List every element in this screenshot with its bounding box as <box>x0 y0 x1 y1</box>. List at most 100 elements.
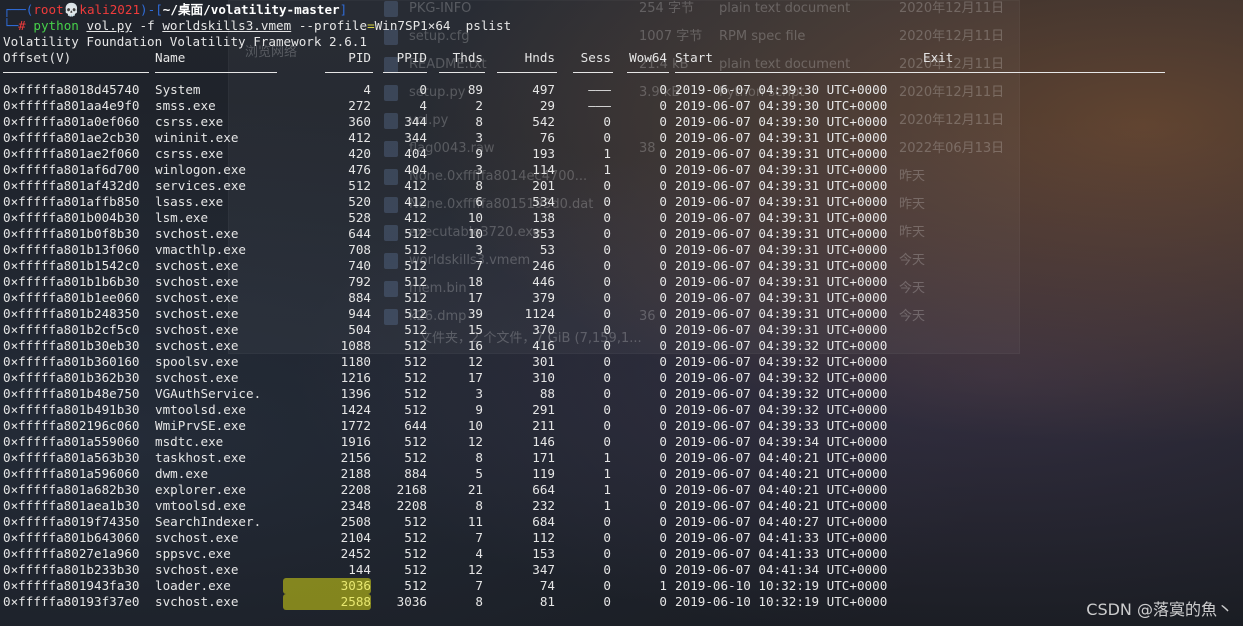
col-name: msdtc.exe <box>155 434 224 449</box>
col-hnds: 310 <box>532 370 555 385</box>
col-wow64: 0 <box>659 418 667 433</box>
col-hnds: 347 <box>532 562 555 577</box>
col-wow64: 0 <box>659 562 667 577</box>
table-row: 0×fffffa802196c060 WmiPrvSE.exe 1772 644 10 2… <box>3 418 1243 434</box>
col-sess: 0 <box>603 290 611 305</box>
table-row: 0×fffffa801ae2f060 csrss.exe 420 404 9 193 1 0 2… <box>3 146 1243 162</box>
col-hnds: 534 <box>532 194 555 209</box>
col-ppid: 644 <box>404 418 427 433</box>
table-row: 0×fffffa801b30eb30 svchost.exe 1088 512 16 41… <box>3 338 1243 354</box>
col-thds: 11 <box>467 514 483 529</box>
col-start: 2019-06-07 04:39:30 UTC+0000 <box>675 114 888 129</box>
col-start: 2019-06-07 04:41:33 UTC+0000 <box>675 530 888 545</box>
command-line[interactable]: └─# python vol.py -f worldskills3.vmem -… <box>3 18 1243 34</box>
table-row: 0×fffffa801a0ef060 csrss.exe 360 344 8 542 0 0 2… <box>3 114 1243 130</box>
col-name: vmtoolsd.exe <box>155 498 246 513</box>
col-ppid: 344 <box>404 114 427 129</box>
col-start: 2019-06-07 04:39:31 UTC+0000 <box>675 130 888 145</box>
header-col-offset: Offset(V) <box>3 50 72 65</box>
table-row: 0×fffffa80193f37e0 svchost.exe 2588 3036 8 81… <box>3 594 1243 610</box>
terminal-window[interactable]: ┌──(root💀kali2021)-[~/桌面/volatility-mast… <box>3 2 1243 626</box>
separator-dash <box>3 72 149 73</box>
header-col-wow64: Wow64 <box>629 50 667 65</box>
header-col-pid: PID <box>348 50 371 65</box>
col-pid: 1424 <box>340 402 371 417</box>
col-thds: 7 <box>475 578 483 593</box>
col-wow64: 0 <box>659 482 667 497</box>
col-wow64: 0 <box>659 130 667 145</box>
col-start: 2019-06-10 10:32:19 UTC+0000 <box>675 578 888 593</box>
col-hnds: 446 <box>532 274 555 289</box>
col-sess: 0 <box>603 194 611 209</box>
col-sess: ——— <box>588 82 611 97</box>
col-offset: 0×fffffa801ae2cb30 <box>3 130 140 145</box>
col-thds: 9 <box>475 402 483 417</box>
col-wow64: 0 <box>659 450 667 465</box>
col-name: vmtoolsd.exe <box>155 402 246 417</box>
col-offset: 0×fffffa801a0ef060 <box>3 114 140 129</box>
col-sess: 0 <box>603 114 611 129</box>
col-offset: 0×fffffa801b1b6b30 <box>3 274 140 289</box>
col-ppid: 512 <box>404 242 427 257</box>
prompt-user: root <box>33 2 64 17</box>
col-wow64: 0 <box>659 402 667 417</box>
table-row: 0×fffffa801943fa30 loader.exe 3036 512 7 74 0 1… <box>3 578 1243 594</box>
col-wow64: 0 <box>659 178 667 193</box>
col-pid: 2208 <box>340 482 371 497</box>
col-hnds: 301 <box>532 354 555 369</box>
col-pid: 512 <box>348 178 371 193</box>
col-ppid: 512 <box>404 306 427 321</box>
col-hnds: 684 <box>532 514 555 529</box>
col-hnds: 353 <box>532 226 555 241</box>
col-pid: 4 <box>363 82 371 97</box>
col-offset: 0×fffffa801a682b30 <box>3 482 140 497</box>
col-pid: 1916 <box>340 434 371 449</box>
col-pid: 2104 <box>340 530 371 545</box>
col-pid: 144 <box>348 562 371 577</box>
col-offset: 0×fffffa801b248350 <box>3 306 140 321</box>
col-thds: 16 <box>467 338 483 353</box>
col-thds: 8 <box>475 178 483 193</box>
col-sess: 0 <box>603 530 611 545</box>
col-hnds: 193 <box>532 146 555 161</box>
col-name: vmacthlp.exe <box>155 242 246 257</box>
col-hnds: 246 <box>532 258 555 273</box>
col-hnds: 416 <box>532 338 555 353</box>
col-pid: 476 <box>348 162 371 177</box>
col-thds: 7 <box>475 530 483 545</box>
col-name: svchost.exe <box>155 258 239 273</box>
col-thds: 17 <box>467 370 483 385</box>
separator-dash <box>155 72 277 73</box>
col-sess: 1 <box>603 450 611 465</box>
col-name: svchost.exe <box>155 274 239 289</box>
cmd-profile-value: Win7SP1×64 <box>374 18 451 33</box>
col-thds: 3 <box>475 130 483 145</box>
col-wow64: 0 <box>659 114 667 129</box>
col-hnds: 88 <box>539 386 555 401</box>
col-name: svchost.exe <box>155 338 239 353</box>
cmd-plugin: pslist <box>465 18 512 33</box>
table-row: 0×fffffa801b1ee060 svchost.exe 884 512 17 379… <box>3 290 1243 306</box>
col-wow64: 0 <box>659 82 667 97</box>
col-start: 2019-06-07 04:39:32 UTC+0000 <box>675 338 888 353</box>
col-start: 2019-06-07 04:39:31 UTC+0000 <box>675 146 888 161</box>
col-sess: 0 <box>603 242 611 257</box>
col-pid: 644 <box>348 226 371 241</box>
col-pid: 1216 <box>340 370 371 385</box>
col-wow64: 0 <box>659 338 667 353</box>
table-row: 0×fffffa8018d45740 System 4 0 89 497 ——— 0 2019-… <box>3 82 1243 98</box>
header-col-thds: Thds <box>452 50 483 65</box>
col-thds: 12 <box>467 562 483 577</box>
table-row: 0×fffffa801b491b30 vmtoolsd.exe 1424 512 9 29… <box>3 402 1243 418</box>
col-ppid: 512 <box>404 322 427 337</box>
separator-dash <box>627 72 669 73</box>
col-pid: 520 <box>348 194 371 209</box>
col-offset: 0×fffffa801b643060 <box>3 530 140 545</box>
col-hnds: 81 <box>539 594 555 609</box>
col-start: 2019-06-07 04:39:31 UTC+0000 <box>675 178 888 193</box>
col-ppid: 344 <box>404 130 427 145</box>
col-offset: 0×fffffa8019f74350 <box>3 514 140 529</box>
process-table: 0×fffffa8018d45740 System 4 0 89 497 ——— 0 2019-… <box>3 82 1243 610</box>
col-start: 2019-06-07 04:39:32 UTC+0000 <box>675 370 888 385</box>
col-pid: 1772 <box>340 418 371 433</box>
